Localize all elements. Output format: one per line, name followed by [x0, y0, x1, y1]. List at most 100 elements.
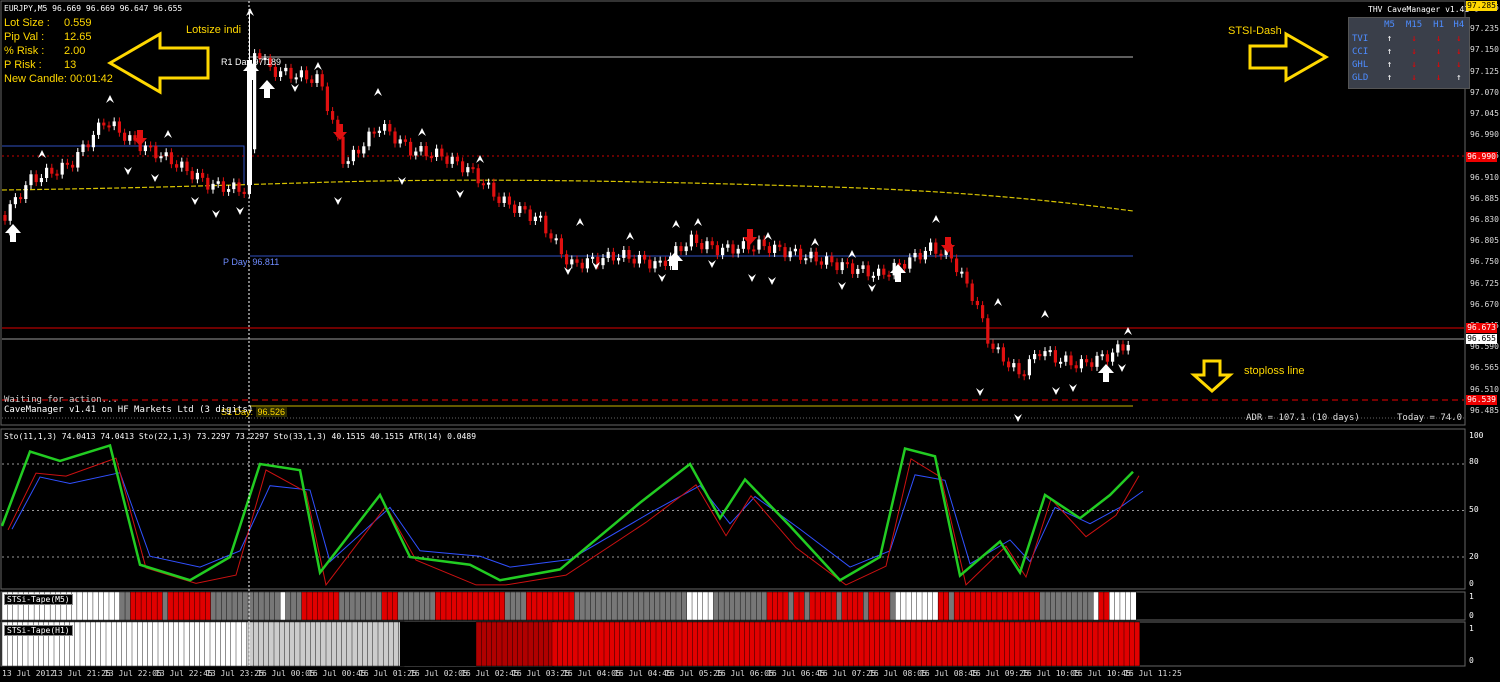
- dash-title: THV CaveManager v1.41 ©: [1368, 5, 1479, 14]
- current-price-tag: 96.655: [1466, 334, 1497, 344]
- candle-body: [461, 161, 465, 173]
- time-axis-label: 16 Jul 05:25: [665, 669, 723, 678]
- tape-m5-bar: [103, 591, 110, 621]
- dash-row-label: TVI: [1352, 33, 1369, 44]
- tape-m5-bar: [857, 591, 864, 621]
- tape-m5-bar: [943, 591, 950, 621]
- tape-h1-bar: [305, 621, 311, 667]
- tape-h1-bar: [1035, 621, 1042, 667]
- candle-body: [492, 182, 496, 197]
- tape-h1-bar: [822, 621, 829, 667]
- candle-body: [653, 261, 657, 269]
- tape-h1-bar: [853, 621, 860, 667]
- candle-body: [970, 283, 974, 301]
- candle-body: [851, 263, 855, 274]
- candle-body: [1079, 359, 1083, 369]
- tape-m5-bar: [536, 591, 543, 621]
- candle-body: [164, 152, 168, 157]
- tape-m5-bar: [964, 591, 971, 621]
- candle-body: [507, 196, 511, 205]
- candle-body: [3, 215, 7, 221]
- stsi-dash-annotation: STSI-Dash: [1228, 25, 1282, 37]
- tape-m5-bar: [258, 591, 265, 621]
- tape-m5-bar: [467, 591, 474, 621]
- tape-m5-bar: [649, 591, 655, 621]
- tape-h1-bar: [801, 621, 808, 667]
- stsi-dashboard: M5 M15 H1 H4 TVI ↑ ↓ ↓ ↓ CCI ↑ ↓ ↓ ↓ GHL…: [1348, 17, 1470, 89]
- tape-m5-bar: [419, 591, 425, 621]
- candle-body: [487, 182, 491, 185]
- tape-m5-bar: [451, 591, 458, 621]
- oscillator-panel[interactable]: [0, 428, 1466, 590]
- info-row: Pip Val :12.65: [4, 31, 92, 43]
- tape-h1-bar: [754, 621, 761, 667]
- tape-h1-bar: [905, 621, 912, 667]
- tape-h1-bar: [320, 621, 327, 667]
- candle-body: [913, 252, 917, 258]
- tape-h1-bar: [1009, 621, 1016, 667]
- candle-body: [627, 249, 631, 259]
- chart-canvas[interactable]: [0, 0, 1500, 682]
- tape-m5-bar: [424, 591, 431, 621]
- candle-body: [1116, 344, 1120, 353]
- candle-body: [377, 130, 381, 133]
- tape-h1-bar: [110, 621, 117, 667]
- candle-body: [367, 131, 371, 147]
- tape-m5-bar: [862, 591, 869, 621]
- candle-body: [8, 204, 12, 221]
- tape-h1-bar: [1056, 621, 1063, 667]
- tape-m5-bar: [814, 591, 821, 621]
- tape-h1-bar: [619, 621, 626, 667]
- tape-h1-bar: [400, 622, 406, 666]
- candle-body: [45, 167, 49, 179]
- tape-m5-bar: [739, 591, 746, 621]
- dash-arrow-icon: ↓: [1411, 59, 1417, 70]
- time-axis-label: 16 Jul 07:25: [818, 669, 876, 678]
- dash-row-label: GLD: [1352, 72, 1369, 83]
- dash-arrow-icon: ↑: [1386, 59, 1393, 70]
- candle-body: [799, 248, 803, 260]
- osc-axis-label: 80: [1469, 457, 1479, 466]
- tape-h1-bar: [562, 621, 569, 667]
- candle-body: [975, 300, 979, 306]
- tape-m5-bar: [980, 591, 987, 621]
- symbol-line: EURJPY,M5 96.669 96.669 96.647 96.655: [4, 4, 183, 13]
- stoploss-price-tag: 96.539: [1466, 395, 1497, 405]
- tape-m5-bar: [991, 591, 998, 621]
- tape-h1-bar: [152, 621, 159, 667]
- candle-body: [455, 156, 459, 162]
- candle-body: [648, 259, 652, 269]
- candle-body: [835, 262, 839, 271]
- tape-h1-bar: [817, 621, 823, 667]
- tape-m5-bar: [429, 591, 436, 621]
- dash-arrow-icon: ↓: [1435, 59, 1442, 70]
- tape-h1-bar: [926, 621, 933, 667]
- candle-body: [315, 74, 319, 83]
- tape-h1-bar: [377, 621, 384, 667]
- candle-body: [154, 145, 158, 159]
- candle-body: [518, 206, 522, 213]
- candle-body: [788, 251, 792, 258]
- tape-m5-bar: [108, 591, 115, 621]
- dash-arrow-icon: ↓: [1435, 33, 1442, 44]
- tape-m5-bar: [269, 591, 276, 621]
- tape-h1-bar: [538, 621, 545, 667]
- tape-m5-bar: [221, 591, 228, 621]
- candle-body: [34, 174, 38, 183]
- tape-h1-bar: [863, 621, 870, 667]
- tape-m5-bar: [590, 591, 597, 621]
- tape-h1-bar: [74, 621, 81, 667]
- tape-m5-bar: [509, 591, 516, 621]
- candle-body: [232, 182, 236, 190]
- tape-m5-bar: [868, 591, 875, 621]
- tape-m5-bar: [659, 591, 666, 621]
- tape-h1-bar: [759, 621, 766, 667]
- candle-body: [580, 262, 584, 269]
- tape-m5-bar: [162, 591, 169, 621]
- tape-m5-bar: [916, 591, 923, 621]
- tape-m5-bar: [643, 591, 650, 621]
- tape-h1-bar: [697, 621, 704, 667]
- dash-row: TVI ↑ ↓ ↓ ↓: [1349, 32, 1469, 45]
- tape-axis-label: 0: [1469, 656, 1474, 665]
- time-axis-label: 13 Jul 23:25: [206, 669, 264, 678]
